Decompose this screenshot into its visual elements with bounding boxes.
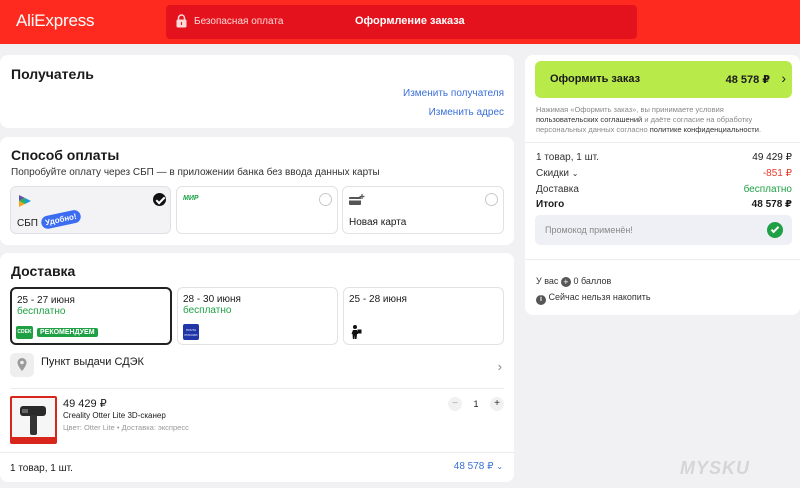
quantity-value[interactable]: 1 [468,399,484,409]
chevron-down-icon: ⌄ [571,169,579,178]
payment-option-label: Новая карта [349,217,407,228]
lock-icon [176,14,187,28]
footer-count: 1 товар, 1 шт. [10,463,73,474]
place-order-button[interactable]: Оформить заказ 48 578 ₽ › [535,61,792,98]
map-pin-icon [10,353,34,377]
mir-logo-icon: МИР [183,195,199,202]
decrease-quantity-button[interactable]: − [448,397,462,411]
watermark: MYSKU [680,458,751,478]
bonus-prefix: У вас [536,276,559,286]
promo-code-field[interactable]: Промокод применён! [535,215,792,245]
payment-subtitle: Попробуйте оплату через СБП — в приложен… [11,167,380,178]
chevron-right-icon: › [781,70,786,86]
divider [525,142,800,143]
delivery-date: 25 - 27 июня [17,295,75,306]
convenient-badge: Удобно! [40,209,82,230]
place-order-label: Оформить заказ [550,73,641,85]
discounts-toggle[interactable]: Скидки ⌄ [536,168,578,179]
change-address-link[interactable]: Изменить адрес [429,107,504,118]
delivery-option-russian-post[interactable]: 28 - 30 июня бесплатно ПОЧТА РОССИИ [177,287,338,345]
shipping-label: Доставка [536,184,579,195]
order-summary-card: Оформить заказ 48 578 ₽ › Нажимая «Оформ… [525,55,800,315]
place-order-total: 48 578 ₽ [725,74,770,86]
bonus-note-row: i Сейчас нельзя накопить [536,292,651,305]
user-agreements-link[interactable]: пользовательских соглашений [536,115,642,124]
product-meta: Цвет: Otter Lite • Доставка: экспресс [63,423,189,432]
scanner-image [12,398,55,442]
radio-mir[interactable] [319,193,332,206]
footer-total-toggle[interactable]: 48 578 ₽ ⌄ [454,461,503,472]
chevron-right-icon: › [497,359,502,374]
add-card-icon [349,194,365,205]
payment-option-mir[interactable]: МИР [176,186,338,234]
delivery-option-courier[interactable]: 25 - 28 июня [343,287,504,345]
cdek-logo-icon: CDEK [16,326,33,339]
delivery-option-cdek[interactable]: 25 - 27 июня бесплатно CDEK РЕКОМЕНДУЕМ [10,287,172,345]
shipping-value: бесплатно [743,184,792,195]
page-title: Оформление заказа [355,15,465,27]
radio-new-card[interactable] [485,193,498,206]
courier-icon [351,325,362,339]
info-icon: i [536,295,546,305]
divider [0,452,514,453]
bonus-value: 0 баллов [573,276,612,286]
legal-text: . [758,125,762,134]
change-recipient-link[interactable]: Изменить получателя [403,88,504,99]
legal-notice: Нажимая «Оформить заказ», вы принимаете … [536,105,788,135]
radio-sbp[interactable] [153,193,166,206]
recipient-title: Получатель [11,66,94,82]
secure-payment-label: Безопасная оплата [194,16,284,27]
discounts-value: -851 ₽ [762,168,792,179]
chevron-down-icon: ⌄ [496,462,503,471]
russian-post-logo-icon: ПОЧТА РОССИИ [183,324,199,340]
bonus-note: Сейчас нельзя накопить [548,292,651,302]
product-name[interactable]: Creality Otter Lite 3D-сканер [63,411,166,420]
aliexpress-logo[interactable]: AliExpress [16,11,95,31]
payment-title: Способ оплаты [11,147,120,163]
recommended-badge: РЕКОМЕНДУЕМ [37,328,98,337]
top-header: AliExpress Безопасная оплата Оформление … [0,0,800,44]
promo-code-status: Промокод применён! [545,225,633,235]
sbp-logo-icon [19,195,31,207]
total-label: Итого [536,199,565,210]
delivery-title: Доставка [11,263,76,279]
product-row: 49 429 ₽ Creality Otter Lite 3D-сканер Ц… [10,394,504,446]
payment-option-new-card[interactable]: Новая карта [342,186,504,234]
recipient-card: Получатель Изменить получателя Изменить … [0,55,514,128]
footer-total: 48 578 ₽ [453,461,494,472]
product-image[interactable] [10,396,57,444]
bonus-row: У вас + 0 баллов [536,276,611,287]
delivery-card: Доставка 25 - 27 июня бесплатно CDEK РЕК… [0,253,514,482]
divider [10,388,504,389]
delivery-price: бесплатно [17,306,66,317]
pickup-point-row[interactable]: Пункт выдачи СДЭК › [10,353,504,381]
delivery-date: 25 - 28 июня [349,294,407,305]
increase-quantity-button[interactable]: + [490,397,504,411]
delivery-price: бесплатно [183,305,232,316]
payment-option-label: СБП [17,218,38,229]
legal-text: Нажимая «Оформить заказ», вы принимаете … [536,105,724,114]
items-label: 1 товар, 1 шт. [536,152,599,163]
payment-option-sbp[interactable]: СБП Удобно! [10,186,171,234]
privacy-policy-link[interactable]: политике конфиденциальности [650,125,759,134]
discounts-label: Скидки [536,168,569,179]
items-value: 49 429 ₽ [752,152,792,163]
product-price: 49 429 ₽ [63,398,107,410]
divider [525,259,800,260]
checkout-banner: Безопасная оплата Оформление заказа [166,5,637,39]
plus-circle-icon: + [560,277,571,287]
delivery-date: 28 - 30 июня [183,294,241,305]
total-value: 48 578 ₽ [751,199,792,210]
check-circle-icon [767,222,783,238]
payment-card: Способ оплаты Попробуйте оплату через СБ… [0,137,514,245]
pickup-point-label: Пункт выдачи СДЭК [41,356,144,368]
